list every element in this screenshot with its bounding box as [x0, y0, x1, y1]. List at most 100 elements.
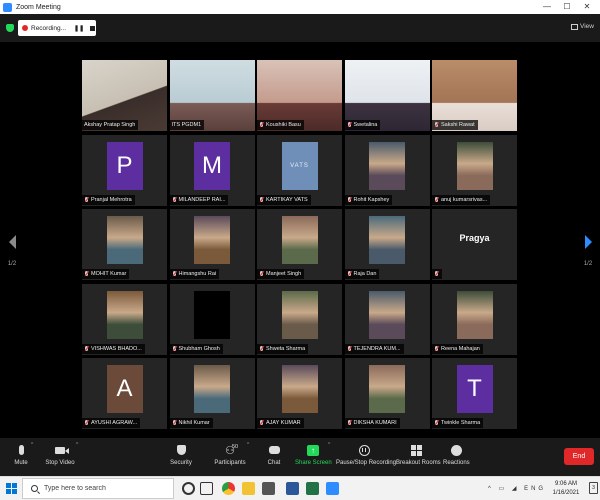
next-page-button[interactable]: 1/2 [581, 235, 595, 267]
zoom-app-icon [3, 2, 12, 12]
store-icon[interactable] [262, 482, 275, 495]
muted-microphone-icon [259, 122, 264, 128]
chat-button[interactable]: Chat [264, 442, 284, 466]
participant-name: Nikhil Kumar [178, 420, 210, 426]
participant-name: Pranjal Mehrotra [91, 196, 132, 203]
stop-recording-icon[interactable] [90, 25, 96, 31]
participants-count: 50 [232, 444, 239, 450]
task-view-icon[interactable] [200, 482, 213, 495]
breakout-rooms-button[interactable]: Breakout Rooms [396, 442, 441, 466]
clock-date: 1/16/2021 [552, 490, 580, 496]
participant-name: TEJENDRA KUM... [353, 345, 401, 352]
participant-tile[interactable]: Himangshu Rai [169, 209, 255, 280]
windows-start-icon[interactable] [6, 483, 17, 494]
participants-options-caret-icon[interactable]: ^ [247, 442, 249, 448]
pause-recording-icon [358, 444, 370, 456]
taskbar-clock[interactable]: 9:06 AM 1/16/2021 [546, 480, 586, 498]
encryption-shield-icon[interactable] [6, 24, 14, 32]
excel-icon[interactable] [306, 482, 319, 495]
participant-name: KARTIKAY VATS [266, 196, 308, 203]
muted-microphone-icon [347, 345, 352, 352]
muted-microphone-icon [259, 420, 264, 426]
muted-microphone-icon [84, 345, 89, 352]
participant-tile[interactable]: VISHWAS BHADO... [82, 283, 167, 355]
participant-name-label: Reena Mahajan [432, 343, 483, 354]
participant-tile[interactable]: T Twinkle Sharma [432, 358, 517, 429]
participant-tile[interactable]: A AYUSHI AGRAW... [82, 358, 167, 429]
participant-tile[interactable]: AJAY KUMAR [257, 358, 342, 429]
file-explorer-icon[interactable] [242, 482, 255, 495]
participant-profile-photo [456, 141, 493, 190]
reactions-button[interactable]: Reactions [443, 442, 470, 466]
participant-tile[interactable]: DIKSHA KUMARI [344, 358, 430, 429]
taskbar-search-input[interactable] [44, 485, 164, 492]
notification-center-icon[interactable]: 3 [589, 482, 598, 494]
participant-name-label: ITS PGDM1 [169, 120, 205, 130]
pause-stop-recording-button[interactable]: Pause/Stop Recording [336, 442, 397, 466]
zoom-taskbar-icon[interactable] [326, 482, 339, 495]
share-screen-button[interactable]: ↑ Share Screen [295, 442, 332, 466]
end-meeting-button[interactable]: End [564, 448, 594, 465]
participant-tile[interactable]: MOHIT Kumar [82, 209, 167, 280]
participant-tile[interactable]: Reena Mahajan [432, 283, 517, 355]
participant-initial-avatar: A [106, 365, 143, 413]
participant-name-label: Pranjal Mehrotra [82, 194, 135, 205]
participant-tile[interactable]: Sakshi Rawat [432, 60, 517, 131]
participant-name: AJAY KUMAR [266, 420, 301, 426]
pause-stop-recording-label: Pause/Stop Recording [336, 460, 397, 466]
cortana-icon[interactable] [182, 482, 195, 495]
participant-name-label: KARTIKAY VATS [257, 194, 311, 205]
pause-recording-icon[interactable]: ❚❚ [74, 25, 84, 32]
participant-tile[interactable]: Nikhil Kumar [169, 358, 255, 429]
muted-microphone-icon [347, 420, 352, 426]
participant-tile[interactable]: Shubham Ghosh [169, 283, 255, 355]
view-button[interactable]: View [571, 23, 594, 30]
participant-name-label: Twinkle Sharma [432, 418, 484, 428]
share-options-caret-icon[interactable]: ^ [328, 442, 330, 448]
muted-microphone-icon [434, 196, 439, 203]
participant-name-label: AYUSHI AGRAW... [82, 418, 141, 428]
participant-profile-photo [194, 365, 230, 413]
participant-display-name: Pragya [459, 233, 490, 243]
page-indicator-right: 1/2 [583, 261, 593, 267]
muted-microphone-icon [84, 420, 89, 426]
participant-tile[interactable]: Koushiki Basu [257, 60, 342, 131]
word-icon[interactable] [286, 482, 299, 495]
participant-tile[interactable]: TEJENDRA KUM... [344, 283, 430, 355]
participant-text-avatar: VATS [281, 141, 318, 190]
participant-tile[interactable]: M MILANDEEP RAI... [169, 134, 255, 206]
participant-tile[interactable]: ITS PGDM1 [169, 60, 255, 131]
muted-microphone-icon [84, 196, 89, 203]
audio-options-caret-icon[interactable]: ^ [31, 442, 33, 448]
muted-microphone-icon [172, 271, 177, 277]
participant-tile[interactable]: Akshay Pratap Singh [82, 60, 167, 131]
window-title: Zoom Meeting [16, 3, 61, 11]
participant-tile[interactable]: Swetalina [344, 60, 430, 131]
participant-name-label: TEJENDRA KUM... [344, 343, 404, 354]
security-button[interactable]: Security [166, 442, 196, 466]
system-tray[interactable]: ^ ▭ ◢ ENG [488, 485, 546, 492]
video-options-caret-icon[interactable]: ^ [76, 442, 78, 448]
participant-tile[interactable]: Shweta Sharma [257, 283, 342, 355]
participant-tile[interactable]: Pragya [432, 209, 517, 280]
chrome-icon[interactable] [222, 482, 235, 495]
participant-tile[interactable]: Manjeet Singh [257, 209, 342, 280]
close-button[interactable]: ✕ [578, 0, 596, 14]
previous-page-button[interactable]: 1/2 [5, 235, 19, 267]
minimize-button[interactable]: — [538, 0, 556, 14]
participants-button[interactable]: ⚇ 50 Participants [210, 442, 250, 466]
participant-initial-avatar: M [194, 141, 230, 190]
taskbar-search-box[interactable] [22, 478, 174, 499]
participant-profile-photo [281, 365, 318, 413]
participant-tile[interactable]: anuj kumarsrivas... [432, 134, 517, 206]
participant-profile-photo [369, 216, 405, 264]
participant-tile[interactable]: Rohit Kapshey [344, 134, 430, 206]
participant-profile-photo [281, 216, 318, 264]
participant-tile[interactable]: P Pranjal Mehrotra [82, 134, 167, 206]
maximize-button[interactable]: ☐ [558, 0, 576, 14]
stop-video-label: Stop Video [45, 460, 75, 466]
stop-video-button[interactable]: Stop Video [42, 442, 78, 466]
participant-tile[interactable]: VATS KARTIKAY VATS [257, 134, 342, 206]
participant-tile[interactable]: Raja Dan [344, 209, 430, 280]
participant-name: MILANDEEP RAI... [178, 196, 226, 203]
